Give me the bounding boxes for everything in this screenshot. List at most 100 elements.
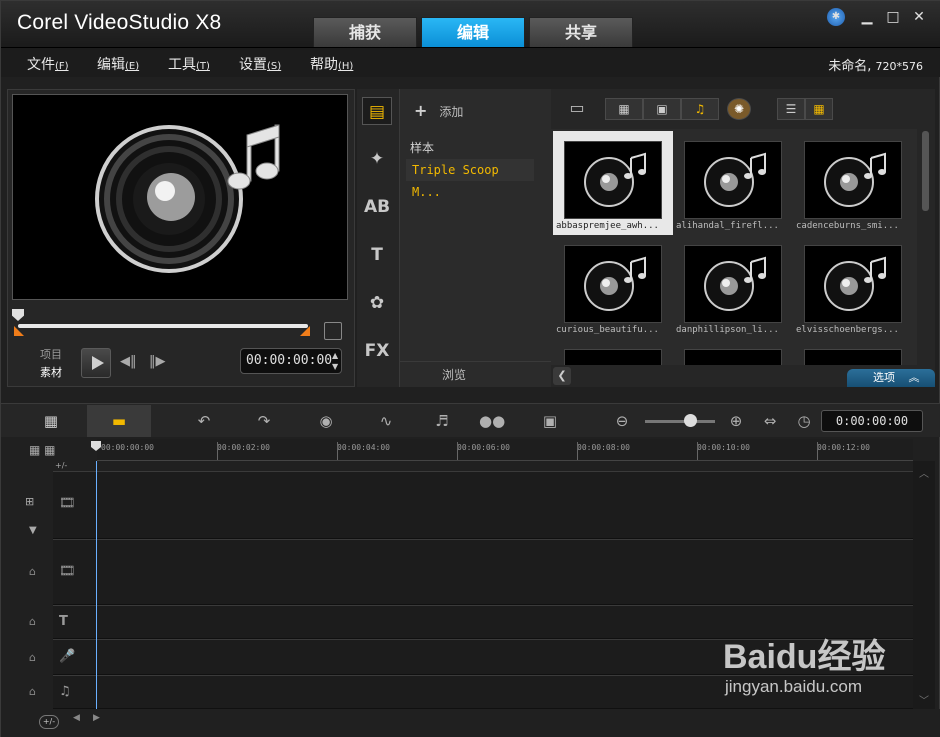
add-track-icon[interactable]: +/-	[39, 715, 59, 729]
scrub-bar[interactable]	[18, 324, 308, 328]
graphic-icon[interactable]: ✿	[362, 289, 392, 317]
transition-icon[interactable]: AB	[362, 193, 392, 221]
menu-help[interactable]: 帮助(H)	[310, 54, 353, 74]
menu-bar: 文件(F) 编辑(E) 工具(T) 设置(S) 帮助(H) 未命名, 720*5…	[1, 47, 940, 77]
preview-timecode[interactable]: 00:00:00:00	[240, 348, 342, 374]
playhead[interactable]	[96, 461, 97, 709]
add-folder-button[interactable]: + 添加	[414, 101, 463, 120]
timecode-spinner-icon[interactable]: ▲ ▼	[332, 350, 338, 372]
scroll-right-icon[interactable]: ▶	[93, 713, 100, 723]
library-item-partial[interactable]	[564, 349, 662, 365]
folder-triple-scoop[interactable]: Triple Scoop M...	[406, 159, 534, 199]
lock-icon[interactable]: ⌂	[29, 685, 36, 698]
undo-icon[interactable]: ↶	[191, 410, 217, 432]
lock-icon[interactable]: ⌂	[29, 651, 36, 664]
title-icon[interactable]: T	[362, 241, 392, 269]
show-audio-icon[interactable]: ♫	[681, 98, 719, 120]
collapse-panel-icon[interactable]: ❮	[553, 367, 571, 385]
library-item-label: cadenceburns_smi...	[796, 221, 899, 231]
timeline-view-icon[interactable]: ▬	[87, 405, 151, 437]
timeline-ruler[interactable]: 00:00:00:00 00:00:02:00 00:00:04:00 00:0…	[97, 439, 913, 461]
help-globe-icon[interactable]: ✱	[827, 8, 845, 26]
title-track[interactable]: T	[53, 605, 913, 639]
library-item-partial[interactable]	[684, 349, 782, 365]
project-duration[interactable]: 0:00:00:00	[821, 410, 923, 432]
minimize-icon[interactable]: ▁	[857, 7, 877, 27]
menu-edit[interactable]: 编辑(E)	[97, 54, 139, 74]
filter-fx-icon[interactable]: FX	[362, 337, 392, 365]
dropdown-arrow-icon[interactable]: ▼	[29, 525, 37, 536]
auto-music-icon[interactable]: ♬	[429, 410, 455, 432]
instant-project-icon[interactable]: ✦	[362, 145, 392, 173]
maximize-icon[interactable]: □	[883, 7, 903, 27]
scroll-down-icon[interactable]: ﹀	[913, 692, 935, 707]
ruler-line	[337, 442, 338, 460]
menu-tools[interactable]: 工具(T)	[168, 54, 210, 74]
music-disc-icon	[95, 124, 280, 273]
browse-button[interactable]: 浏览	[400, 361, 552, 387]
library-item[interactable]: cadenceburns_smi...	[793, 131, 913, 235]
media-library-icon[interactable]: ▤	[362, 97, 392, 125]
tab-share[interactable]: 共享	[529, 17, 633, 47]
track-manager-icon[interactable]: ▦ ▦	[29, 443, 56, 457]
next-frame-icon[interactable]: ‖▶	[149, 354, 166, 369]
preview-screen	[12, 94, 348, 300]
scroll-up-icon[interactable]: ︿	[913, 465, 935, 480]
thumbnail-view-icon[interactable]: ▦	[805, 98, 833, 120]
project-clip-toggle[interactable]: 项目 素材	[40, 346, 62, 382]
zoom-slider[interactable]	[645, 420, 715, 423]
lock-icon[interactable]: ⌂	[29, 615, 36, 628]
tab-edit[interactable]: 编辑	[421, 17, 525, 47]
close-icon[interactable]: ✕	[909, 7, 929, 27]
ripple-editing-icon[interactable]: ⊞	[25, 495, 34, 508]
library-item-partial[interactable]	[804, 349, 902, 365]
ruler-line	[817, 442, 818, 460]
menu-file[interactable]: 文件(F)	[27, 54, 69, 74]
zoom-out-icon[interactable]: ⊖	[609, 410, 635, 432]
fit-project-icon[interactable]: ⇔	[757, 410, 783, 432]
library-item[interactable]: curious_beautifu...	[553, 235, 673, 339]
audio-thumbnail	[564, 245, 662, 323]
library-grid: abbaspremjee_awh... alihandal_firefl... …	[551, 129, 917, 365]
show-video-icon[interactable]: ▦	[605, 98, 643, 120]
scroll-left-icon[interactable]: ◀	[73, 713, 80, 723]
enlarge-preview-icon[interactable]	[324, 322, 342, 340]
mode-project[interactable]: 项目	[40, 346, 62, 364]
redo-icon[interactable]: ↷	[251, 410, 277, 432]
import-folder-icon[interactable]: ▭	[565, 98, 589, 120]
preview-panel: 项目 素材 ◀‖ ‖▶ 00:00:00:00 ▲ ▼	[7, 89, 355, 387]
lock-icon[interactable]: ⌂	[29, 565, 36, 578]
subtitle-editor-icon[interactable]: ▣	[537, 410, 563, 432]
list-view-icon[interactable]: ☰	[777, 98, 805, 120]
options-button[interactable]: 选项 ︽	[847, 369, 935, 387]
video-track[interactable]: 🎞	[53, 471, 913, 539]
storyboard-view-icon[interactable]: ▦	[19, 405, 83, 437]
overlay-track[interactable]: 🎞	[53, 539, 913, 605]
library-scrollbar[interactable]	[917, 129, 935, 365]
mode-clip[interactable]: 素材	[40, 364, 62, 382]
zoom-slider-knob[interactable]	[684, 414, 697, 427]
library-item[interactable]: elvisschoenbergs...	[793, 235, 913, 339]
title-bar: Corel VideoStudio X8 捕获 编辑 共享 ✱ ▁ □ ✕	[1, 1, 940, 47]
audio-thumbnail	[804, 141, 902, 219]
record-capture-icon[interactable]: ◉	[313, 410, 339, 432]
tab-capture[interactable]: 捕获	[313, 17, 417, 47]
plus-icon: +	[414, 101, 428, 120]
library-item[interactable]: danphillipson_li...	[673, 235, 793, 339]
folder-samples[interactable]: 样本	[410, 139, 434, 156]
scrubber-handle[interactable]	[12, 309, 24, 321]
library-item[interactable]: abbaspremjee_awh...	[553, 131, 673, 235]
menu-settings[interactable]: 设置(S)	[239, 54, 281, 74]
scroll-thumb[interactable]	[922, 131, 929, 211]
timeline-scrollbar[interactable]: ︿ ﹀	[913, 461, 935, 709]
sound-mixer-icon[interactable]: ∿	[373, 410, 399, 432]
app-title: Corel VideoStudio X8	[17, 11, 222, 34]
prev-frame-icon[interactable]: ◀‖	[120, 354, 137, 369]
motion-tracking-icon[interactable]: ●●	[479, 410, 505, 432]
add-remove-tracks[interactable]: +/-	[55, 461, 67, 470]
zoom-in-icon[interactable]: ⊕	[723, 410, 749, 432]
sort-options-icon[interactable]: ✺	[727, 98, 751, 120]
show-photo-icon[interactable]: ▣	[643, 98, 681, 120]
library-item[interactable]: alihandal_firefl...	[673, 131, 793, 235]
play-button[interactable]	[81, 348, 111, 378]
